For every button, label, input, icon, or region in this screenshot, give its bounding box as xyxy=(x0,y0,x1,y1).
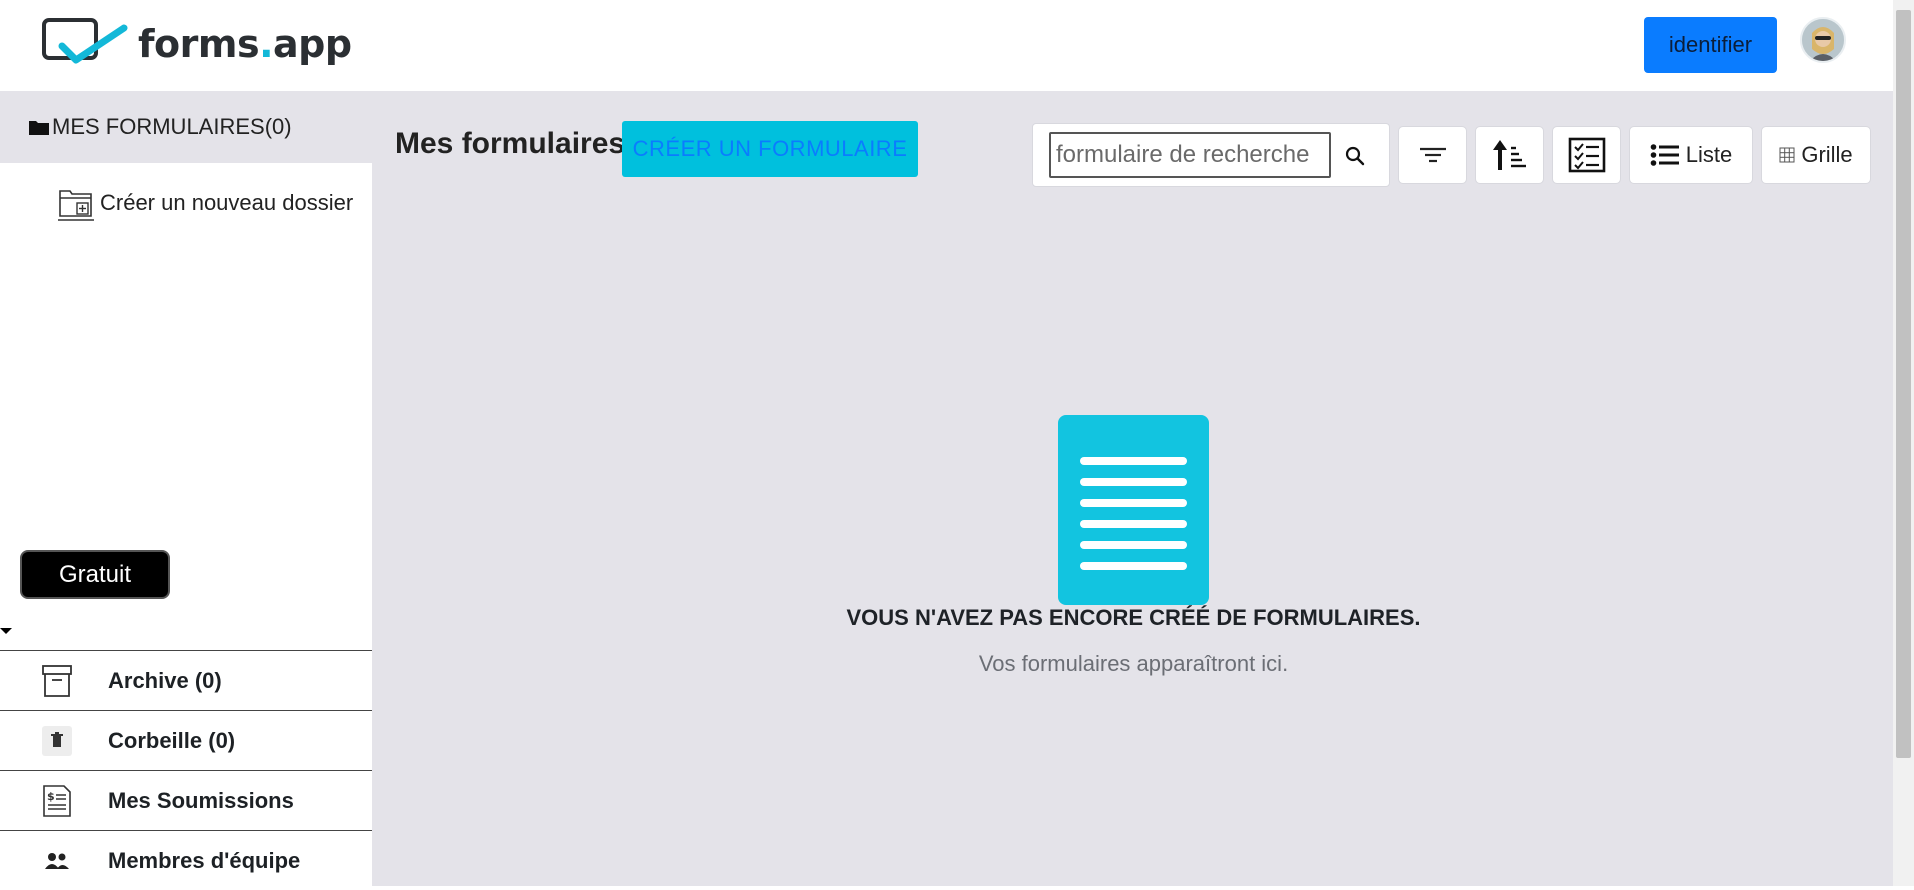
list-view-label: Liste xyxy=(1685,142,1733,167)
empty-state-subtitle: Vos formulaires apparaîtront ici. xyxy=(978,651,1289,676)
plan-badge[interactable]: Gratuit xyxy=(20,550,170,599)
search-box xyxy=(1032,123,1390,187)
sidebar-item-team[interactable]: Membres d'équipe xyxy=(0,830,372,890)
caret-down-icon[interactable] xyxy=(0,628,12,634)
svg-text:$: $ xyxy=(47,790,55,803)
select-mode-button[interactable] xyxy=(1552,126,1621,184)
avatar[interactable] xyxy=(1800,17,1846,63)
empty-document-icon xyxy=(1058,415,1209,605)
create-form-button[interactable]: CRÉER UN FORMULAIRE xyxy=(622,121,918,177)
page-title: Mes formulaires xyxy=(395,127,626,160)
logo-icon xyxy=(42,18,128,64)
empty-state-title: VOUS N'AVEZ PAS ENCORE CRÉÉ DE FORMULAIR… xyxy=(846,605,1421,630)
checklist-icon xyxy=(1568,137,1605,173)
page-scrollbar[interactable] xyxy=(1893,0,1914,886)
sidebar-item-submissions[interactable]: $ Mes Soumissions xyxy=(0,770,372,830)
sidebar-item-archive[interactable]: Archive (0) xyxy=(0,650,372,710)
new-folder-icon xyxy=(58,190,94,221)
top-header: forms.app identifier xyxy=(0,0,1893,91)
archive-icon xyxy=(40,664,74,698)
folder-icon xyxy=(29,121,49,135)
main-content: Mes formulaires CRÉER UN FORMULAIRE form… xyxy=(372,91,1893,886)
team-icon xyxy=(40,844,74,878)
search-input[interactable] xyxy=(1049,132,1331,178)
avatar-icon xyxy=(1802,19,1844,61)
trash-icon xyxy=(40,724,74,758)
sort-ascending-icon xyxy=(1492,140,1526,170)
create-folder-link[interactable]: Créer un nouveau dossier xyxy=(58,183,372,223)
my-forms-folder-label: MES FORMULAIRES(0) xyxy=(52,114,292,139)
create-folder-label: Créer un nouveau dossier xyxy=(100,190,354,215)
filter-icon xyxy=(1419,147,1446,163)
scrollbar-thumb[interactable] xyxy=(1896,10,1911,758)
filter-button[interactable] xyxy=(1398,126,1467,184)
grid-icon xyxy=(1779,147,1795,163)
sidebar-item-label: Archive (0) xyxy=(108,667,222,693)
logo-text: forms.app xyxy=(138,22,352,66)
my-forms-folder[interactable]: MES FORMULAIRES(0) xyxy=(0,91,372,163)
sort-button[interactable] xyxy=(1475,126,1544,184)
forms-app-logo[interactable]: forms.app xyxy=(42,16,352,72)
list-view-button[interactable]: Liste xyxy=(1629,126,1753,184)
grid-view-label: Grille xyxy=(1801,142,1853,167)
submissions-icon: $ xyxy=(40,784,74,818)
sidebar-item-label: Mes Soumissions xyxy=(108,787,294,813)
sidebar-item-trash[interactable]: Corbeille (0) xyxy=(0,710,372,770)
sidebar: MES FORMULAIRES(0) Créer un nouveau doss… xyxy=(0,91,372,886)
identify-button[interactable]: identifier xyxy=(1644,17,1777,73)
sidebar-menu: Archive (0) Corbeille (0) $ Mes Soumissi… xyxy=(0,650,372,890)
sidebar-item-label: Corbeille (0) xyxy=(108,727,236,753)
list-icon xyxy=(1650,144,1679,166)
search-icon[interactable] xyxy=(1345,146,1365,171)
sidebar-item-label: Membres d'équipe xyxy=(108,847,301,873)
grid-view-button[interactable]: Grille xyxy=(1761,126,1871,184)
